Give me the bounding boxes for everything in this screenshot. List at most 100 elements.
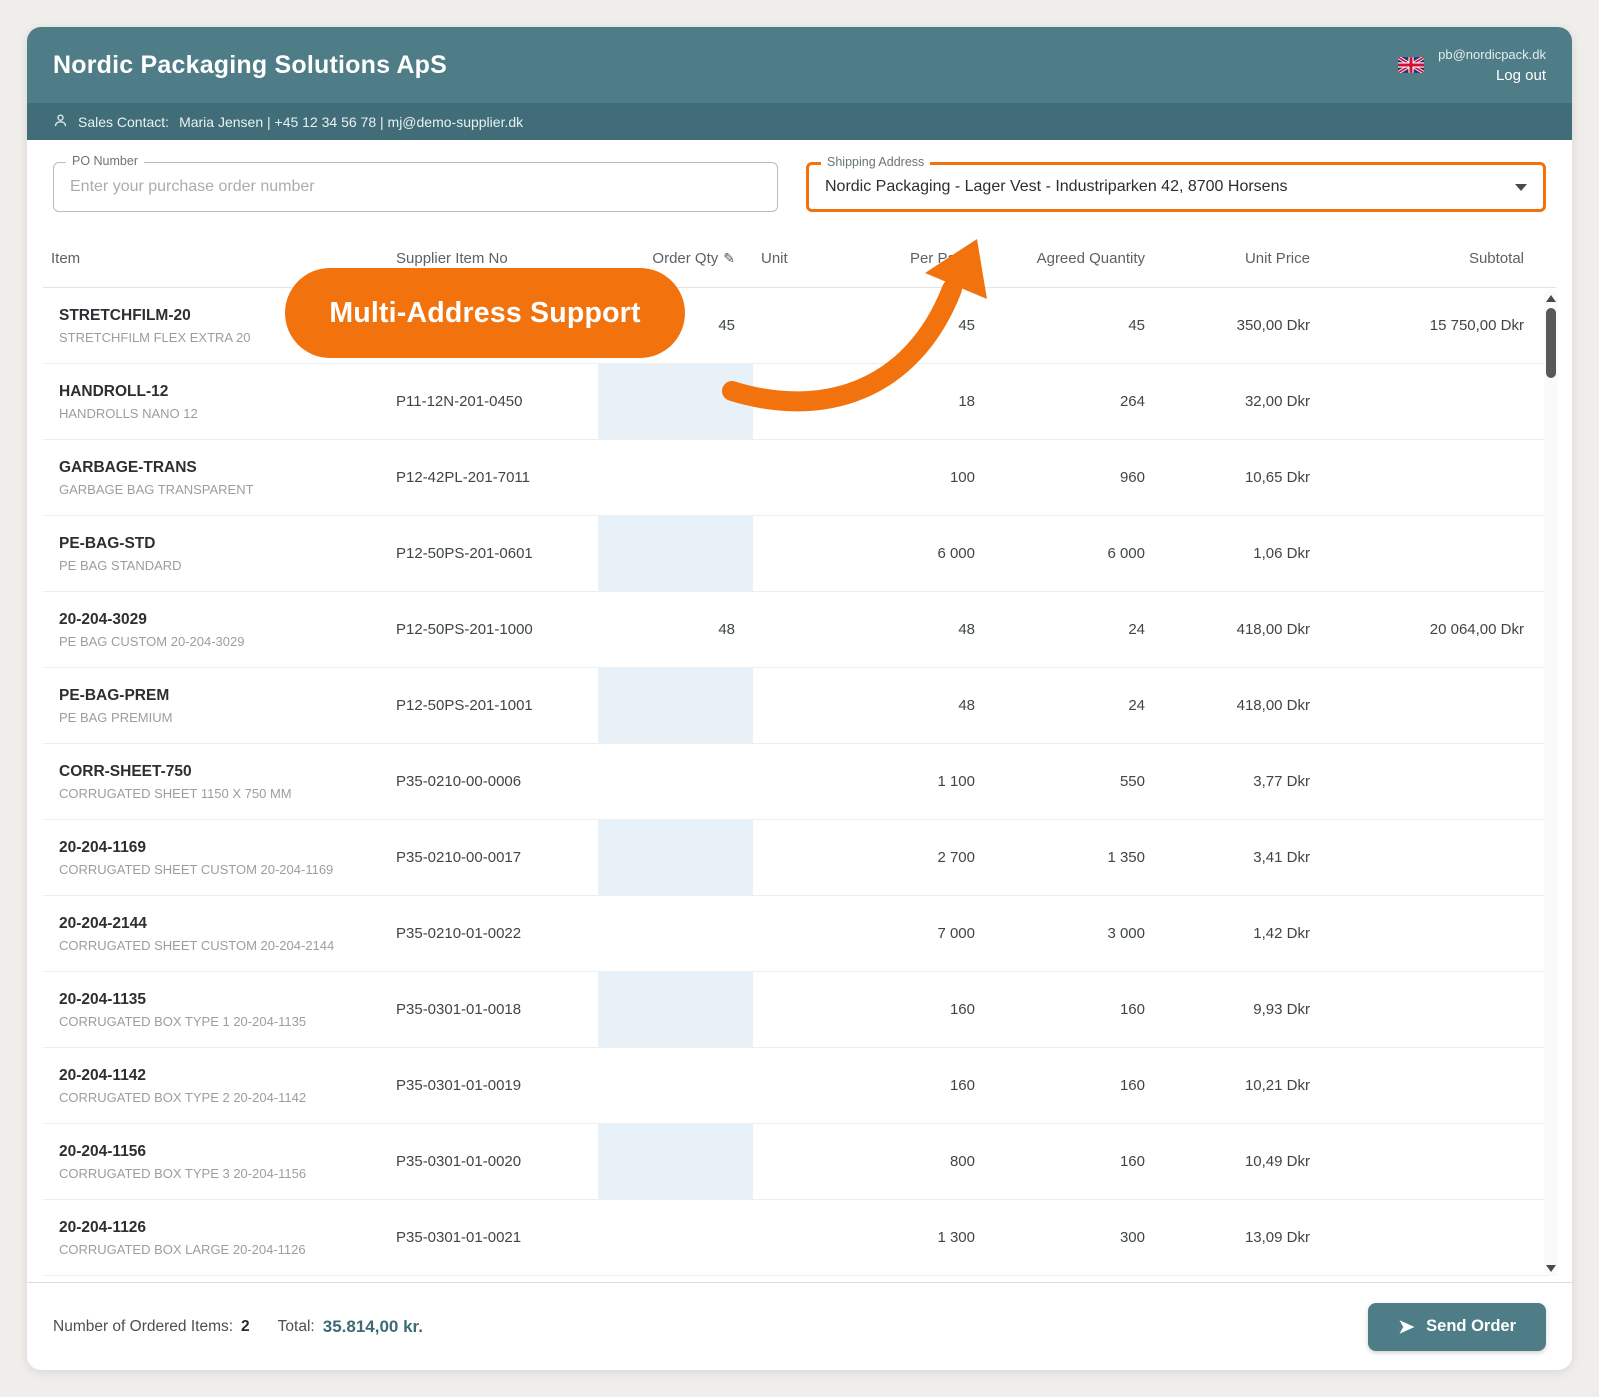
table-row: PE-BAG-PREM PE BAG PREMIUM P12-50PS-201-… — [43, 668, 1556, 744]
col-unit-price: Unit Price — [1163, 250, 1328, 267]
unit-price-cell: 10,65 Dkr — [1163, 469, 1328, 486]
order-qty-cell[interactable] — [598, 440, 753, 515]
item-description: CORRUGATED BOX TYPE 3 20-204-1156 — [59, 1166, 388, 1181]
item-name: 20-204-1142 — [59, 1067, 388, 1085]
send-icon — [1398, 1318, 1416, 1336]
item-cell: 20-204-3029 PE BAG CUSTOM 20-204-3029 — [43, 611, 388, 649]
scroll-up-button[interactable] — [1544, 290, 1558, 306]
order-qty-cell[interactable] — [598, 744, 753, 819]
order-qty-cell[interactable] — [598, 896, 753, 971]
item-name: 20-204-2144 — [59, 915, 388, 933]
scroll-down-button[interactable] — [1544, 1260, 1558, 1276]
scrollbar-thumb[interactable] — [1546, 308, 1556, 378]
supplier-item-no-cell: P35-0301-01-0018 — [388, 1001, 598, 1018]
per-pallet-cell: 6 000 — [853, 545, 993, 562]
item-cell: PE-BAG-PREM PE BAG PREMIUM — [43, 687, 388, 725]
per-pallet-cell: 45 — [853, 317, 993, 334]
supplier-item-no-cell: P12-50PS-201-1001 — [388, 697, 598, 714]
supplier-item-no-cell: P12-50PS-201-0601 — [388, 545, 598, 562]
order-qty-cell[interactable] — [598, 516, 753, 591]
agreed-quantity-cell: 960 — [993, 469, 1163, 486]
user-email: pb@nordicpack.dk — [1438, 47, 1546, 62]
order-qty-cell[interactable] — [598, 1200, 753, 1275]
unit-price-cell: 418,00 Dkr — [1163, 621, 1328, 638]
agreed-quantity-cell: 264 — [993, 393, 1163, 410]
item-description: CORRUGATED BOX LARGE 20-204-1126 — [59, 1242, 388, 1257]
item-description: CORRUGATED SHEET CUSTOM 20-204-1169 — [59, 862, 388, 877]
table-row: 20-204-3029 PE BAG CUSTOM 20-204-3029 P1… — [43, 592, 1556, 668]
order-footer: Number of Ordered Items: 2 Total: 35.814… — [27, 1282, 1572, 1370]
item-name: 20-204-1169 — [59, 839, 388, 857]
order-qty-cell[interactable]: 45 — [598, 288, 753, 363]
po-number-field[interactable]: PO Number — [53, 162, 778, 212]
logout-link[interactable]: Log out — [1496, 67, 1546, 84]
agreed-quantity-cell: 45 — [993, 317, 1163, 334]
item-name: 20-204-3029 — [59, 611, 388, 629]
item-name: 20-204-1156 — [59, 1143, 388, 1161]
unit-price-cell: 3,77 Dkr — [1163, 773, 1328, 790]
item-cell: HANDROLL-12 HANDROLLS NANO 12 — [43, 383, 388, 421]
table-scrollbar[interactable] — [1544, 290, 1558, 1276]
table-body: STRETCHFILM-20 STRETCHFILM FLEX EXTRA 20… — [43, 288, 1556, 1280]
agreed-quantity-cell: 550 — [993, 773, 1163, 790]
order-qty-cell[interactable]: 48 — [598, 592, 753, 667]
supplier-item-no-cell: P12-50PS-201-1000 — [388, 621, 598, 638]
table-row: HANDROLL-12 HANDROLLS NANO 12 P11-12N-20… — [43, 364, 1556, 440]
per-pallet-cell: 800 — [853, 1153, 993, 1170]
sales-contact-value: Maria Jensen | +45 12 34 56 78 | mj@demo… — [179, 114, 523, 130]
shipping-address-value: Nordic Packaging - Lager Vest - Industri… — [825, 178, 1505, 196]
unit-price-cell: 350,00 Dkr — [1163, 317, 1328, 334]
order-qty-cell[interactable] — [598, 1048, 753, 1123]
order-qty-cell[interactable] — [598, 820, 753, 895]
total-label: Total: — [278, 1318, 315, 1336]
supplier-item-no-cell: P12-42PL-201-7011 — [388, 469, 598, 486]
unit-price-cell: 10,49 Dkr — [1163, 1153, 1328, 1170]
agreed-quantity-cell: 24 — [993, 697, 1163, 714]
item-cell: STRETCHFILM-20 STRETCHFILM FLEX EXTRA 20 — [43, 307, 388, 345]
table-row: 20-204-1126 CORRUGATED BOX LARGE 20-204-… — [43, 1200, 1556, 1276]
table-row: 20-204-1142 CORRUGATED BOX TYPE 2 20-204… — [43, 1048, 1556, 1124]
per-pallet-cell: 18 — [853, 393, 993, 410]
shipping-address-select[interactable]: Shipping Address Nordic Packaging - Lage… — [806, 162, 1546, 212]
per-pallet-cell: 48 — [853, 621, 993, 638]
item-name: PE-BAG-PREM — [59, 687, 388, 705]
unit-price-cell: 9,93 Dkr — [1163, 1001, 1328, 1018]
total-value: 35.814,00 kr. — [323, 1317, 423, 1337]
item-cell: 20-204-1126 CORRUGATED BOX LARGE 20-204-… — [43, 1219, 388, 1257]
po-number-label: PO Number — [66, 154, 144, 168]
order-qty-cell[interactable] — [598, 972, 753, 1047]
agreed-quantity-cell: 160 — [993, 1001, 1163, 1018]
item-name: 20-204-1135 — [59, 991, 388, 1009]
unit-price-cell: 418,00 Dkr — [1163, 697, 1328, 714]
table-row: STRETCHFILM-20 STRETCHFILM FLEX EXTRA 20… — [43, 288, 1556, 364]
item-description: HANDROLLS NANO 12 — [59, 406, 388, 421]
table-row: 20-204-1135 CORRUGATED BOX TYPE 1 20-204… — [43, 972, 1556, 1048]
item-description: CORRUGATED SHEET 1150 X 750 MM — [59, 786, 388, 801]
send-order-button[interactable]: Send Order — [1368, 1303, 1546, 1351]
per-pallet-cell: 1 300 — [853, 1229, 993, 1246]
agreed-quantity-cell: 1 350 — [993, 849, 1163, 866]
col-subtotal: Subtotal — [1328, 250, 1542, 267]
item-cell: CORR-SHEET-750 CORRUGATED SHEET 1150 X 7… — [43, 763, 388, 801]
item-description: STRETCHFILM FLEX EXTRA 20 — [59, 330, 388, 345]
order-qty-cell[interactable] — [598, 364, 753, 439]
table-row: 20-204-1156 CORRUGATED BOX TYPE 3 20-204… — [43, 1124, 1556, 1200]
col-agreed-quantity: Agreed Quantity — [993, 250, 1163, 267]
ordered-items-value: 2 — [241, 1318, 250, 1336]
table-row: CORR-SHEET-750 CORRUGATED SHEET 1150 X 7… — [43, 744, 1556, 820]
language-flag-icon[interactable] — [1398, 57, 1424, 73]
order-totals: Number of Ordered Items: 2 Total: 35.814… — [53, 1317, 423, 1337]
item-description: GARBAGE BAG TRANSPARENT — [59, 482, 388, 497]
item-name: PE-BAG-STD — [59, 535, 388, 553]
po-number-input[interactable] — [70, 178, 761, 196]
per-pallet-cell: 160 — [853, 1001, 993, 1018]
send-order-label: Send Order — [1426, 1317, 1516, 1336]
per-pallet-cell: 48 — [853, 697, 993, 714]
order-qty-cell[interactable] — [598, 1124, 753, 1199]
order-qty-cell[interactable] — [598, 668, 753, 743]
item-cell: PE-BAG-STD PE BAG STANDARD — [43, 535, 388, 573]
shipping-address-label: Shipping Address — [821, 155, 930, 169]
per-pallet-cell: 160 — [853, 1077, 993, 1094]
item-name: GARBAGE-TRANS — [59, 459, 388, 477]
item-cell: 20-204-1156 CORRUGATED BOX TYPE 3 20-204… — [43, 1143, 388, 1181]
